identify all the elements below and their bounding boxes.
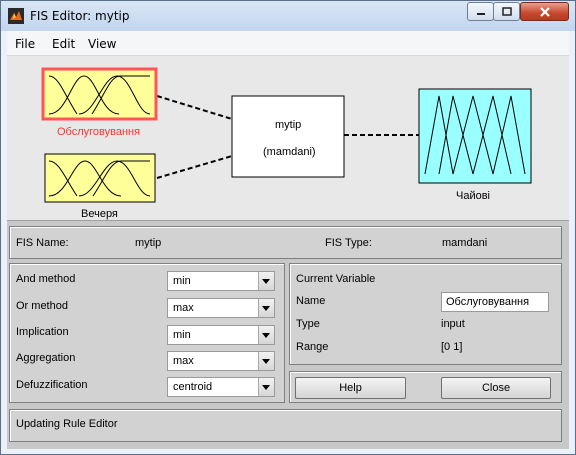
fis-type-value: mamdani	[442, 237, 488, 249]
matlab-icon	[8, 8, 24, 24]
system-type: (mamdani)	[263, 146, 316, 158]
chevron-down-icon	[258, 326, 274, 344]
close-button[interactable]: Close	[441, 377, 551, 399]
aggregation-label: Aggregation	[16, 352, 76, 364]
buttons-box: Help Close	[289, 371, 562, 403]
defuzzification-label: Defuzzification	[16, 379, 88, 391]
chevron-down-icon	[258, 299, 274, 317]
output-variable[interactable]	[418, 88, 532, 184]
minimize-icon	[476, 12, 485, 15]
or-method-select[interactable]: max	[167, 298, 275, 318]
menu-edit[interactable]: Edit	[52, 37, 75, 51]
output-label: Чайові	[456, 190, 490, 202]
chevron-down-icon	[258, 378, 274, 396]
status-text: Updating Rule Editor	[16, 418, 118, 430]
current-variable-box: Current Variable Name Обслуговування Typ…	[289, 263, 562, 365]
input2-label: Вечеря	[81, 208, 118, 220]
fis-name-value: mytip	[135, 237, 162, 249]
fis-system-block[interactable]	[231, 95, 345, 178]
close-icon	[539, 6, 550, 17]
fis-name-label: FIS Name:	[16, 237, 69, 249]
maximize-button[interactable]	[493, 2, 520, 21]
methods-box: And method min Or method max Implication…	[9, 263, 285, 403]
range-label: Range	[296, 341, 329, 353]
defuzzification-value: centroid	[173, 381, 213, 393]
connector-input2	[156, 155, 233, 179]
close-window-button[interactable]	[520, 2, 569, 21]
and-method-select[interactable]: min	[167, 271, 275, 291]
connector-input1	[156, 95, 233, 120]
or-method-value: max	[173, 302, 194, 314]
maximize-icon	[501, 6, 512, 16]
status-box: Updating Rule Editor	[9, 409, 562, 442]
current-variable-title: Current Variable	[296, 273, 376, 285]
minimize-button[interactable]	[467, 2, 494, 21]
menu-view[interactable]: View	[88, 37, 116, 51]
implication-label: Implication	[16, 326, 69, 338]
implication-value: min	[173, 329, 191, 341]
variable-name-field[interactable]: Обслуговування	[441, 292, 549, 312]
menu-bar: File Edit View	[7, 31, 569, 56]
fis-editor-window: FIS Editor: mytip File Edit View Обслуго…	[0, 0, 576, 455]
variable-name-value: Обслуговування	[446, 296, 530, 308]
aggregation-value: max	[173, 355, 194, 367]
or-method-label: Or method	[16, 300, 68, 312]
title-bar: FIS Editor: mytip	[1, 1, 575, 31]
chevron-down-icon	[258, 352, 274, 370]
and-method-value: min	[173, 275, 191, 287]
defuzzification-select[interactable]: centroid	[167, 377, 275, 397]
fis-type-label: FIS Type:	[325, 237, 372, 249]
implication-select[interactable]: min	[167, 325, 275, 345]
window-title: FIS Editor: mytip	[30, 9, 130, 23]
type-label: Type	[296, 318, 320, 330]
chevron-down-icon	[258, 272, 274, 290]
fis-diagram: Обслуговування Вечеря mytip (mamdani) Ча…	[7, 56, 569, 220]
settings-panel: FIS Name: mytip FIS Type: mamdani And me…	[7, 220, 569, 449]
type-value: input	[441, 318, 465, 330]
range-value: [0 1]	[441, 341, 463, 353]
and-method-label: And method	[16, 273, 76, 285]
input-variable-2[interactable]	[44, 153, 156, 203]
input1-label: Обслуговування	[57, 126, 141, 138]
menu-file[interactable]: File	[15, 37, 35, 51]
fis-info-box: FIS Name: mytip FIS Type: mamdani	[9, 226, 562, 259]
aggregation-select[interactable]: max	[167, 351, 275, 371]
name-label: Name	[296, 295, 326, 307]
help-button[interactable]: Help	[295, 377, 406, 399]
system-name: mytip	[275, 119, 302, 131]
input-variable-1[interactable]	[41, 67, 158, 121]
